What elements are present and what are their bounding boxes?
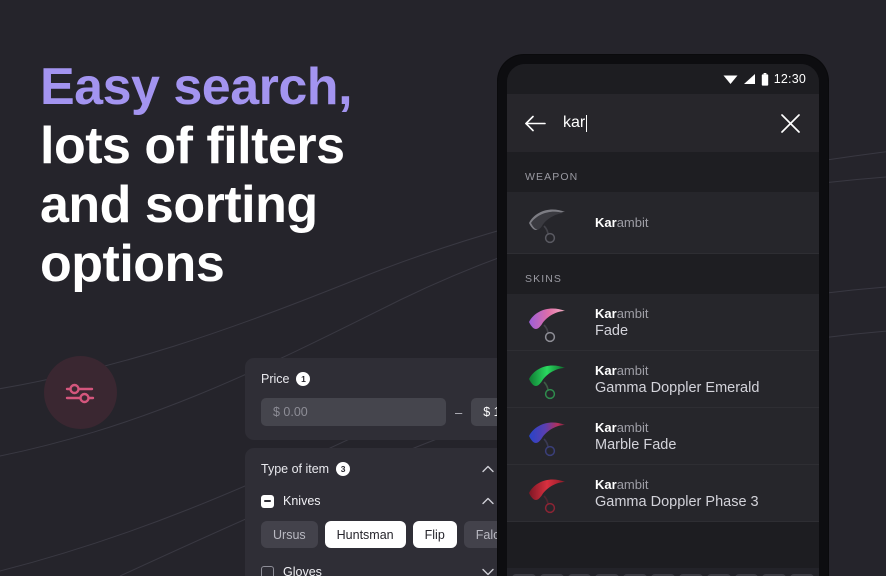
price-min-input[interactable] — [261, 398, 446, 426]
filter-group-gloves-label: Gloves — [283, 565, 322, 576]
search-result-row[interactable]: Karambit Fade — [507, 294, 819, 351]
filter-card-type-of-item: Type of item 3 Knives Ursus Huntsman Fli… — [245, 448, 536, 576]
type-of-item-count-badge: 3 — [336, 462, 351, 476]
type-of-item-header[interactable]: Type of item 3 — [261, 462, 494, 476]
on-screen-keyboard: 1 2 3 4 5 6 7 8 9 0 № — [507, 568, 819, 576]
status-bar-clock: 12:30 — [773, 72, 806, 86]
chip-flip[interactable]: Flip — [412, 521, 457, 548]
headline-line-1: Easy search, — [40, 58, 353, 116]
search-result-row[interactable]: Karambit Gamma Doppler Phase 3 — [507, 465, 819, 522]
price-header[interactable]: Price 1 — [261, 372, 494, 386]
karambit-marble-fade-icon — [529, 422, 565, 457]
knife-chip-list: Ursus Huntsman Flip Falchion — [261, 521, 536, 548]
chip-ursus[interactable]: Ursus — [261, 521, 318, 548]
search-result-subtitle: Gamma Doppler Phase 3 — [595, 493, 759, 510]
type-of-item-label: Type of item — [261, 462, 330, 476]
search-result-subtitle: Marble Fade — [595, 436, 677, 453]
wifi-icon — [723, 75, 738, 84]
checkbox-gloves[interactable] — [261, 565, 274, 576]
filter-group-knives-label: Knives — [283, 494, 321, 508]
phone-screen: 12:30 kar WEAPON Karambit SKINS Karambit… — [507, 64, 819, 576]
chevron-up-icon[interactable] — [482, 465, 494, 473]
karambit-vanilla-icon — [529, 208, 565, 243]
search-result-text: Karambit Gamma Doppler Emerald — [595, 363, 759, 396]
filter-sliders-icon — [65, 383, 94, 403]
headline-line-3: and sorting — [40, 176, 318, 234]
karambit-emerald-icon — [529, 365, 565, 400]
karambit-phase3-icon — [529, 479, 565, 514]
search-result-text: Karambit Fade — [595, 306, 648, 339]
chip-huntsman[interactable]: Huntsman — [324, 521, 406, 548]
search-result-subtitle: Fade — [595, 322, 629, 339]
search-result-row[interactable]: Karambit — [507, 192, 819, 254]
headline-line-2: lots of filters — [40, 117, 345, 175]
search-result-text: Karambit Marble Fade — [595, 420, 676, 453]
search-result-title: Karambit — [595, 362, 649, 378]
price-range-separator: – — [455, 404, 463, 420]
chevron-down-icon[interactable] — [482, 568, 494, 576]
search-result-title: Karambit — [595, 305, 649, 321]
headline-line-4: options — [40, 235, 225, 293]
page-title: Easy search, lots of filters and sorting… — [40, 58, 353, 294]
price-label: Price — [261, 372, 290, 386]
search-result-text: Karambit Gamma Doppler Phase 3 — [595, 477, 759, 510]
search-result-title: Karambit — [595, 476, 649, 492]
search-result-subtitle: Gamma Doppler Emerald — [595, 379, 760, 396]
search-result-title: Karambit — [595, 419, 649, 435]
price-range-row: – — [261, 398, 657, 426]
karambit-fade-icon — [529, 308, 565, 343]
cellular-signal-icon — [743, 74, 755, 84]
search-input[interactable]: kar — [563, 114, 763, 132]
checkbox-knives[interactable] — [261, 494, 274, 508]
search-result-text: Karambit — [595, 215, 648, 230]
search-result-row[interactable]: Karambit Marble Fade — [507, 408, 819, 465]
arrow-left-icon[interactable] — [525, 115, 546, 132]
search-query-text: kar — [563, 114, 586, 131]
status-bar: 12:30 — [507, 64, 819, 94]
chevron-up-icon[interactable] — [482, 497, 494, 505]
filter-card-price: Price 1 – — [245, 358, 657, 440]
section-header-skins: SKINS — [507, 254, 819, 294]
filter-panel: Price 1 – Type of item 3 Knives Ursus — [245, 358, 657, 576]
search-result-row[interactable]: Karambit Gamma Doppler Emerald — [507, 351, 819, 408]
text-caret — [586, 114, 588, 132]
search-result-title: Karambit — [595, 215, 649, 230]
filter-group-knives[interactable]: Knives — [261, 494, 494, 508]
search-bar: kar — [507, 94, 819, 152]
section-header-weapon: WEAPON — [507, 152, 819, 192]
phone-mockup: 12:30 kar WEAPON Karambit SKINS Karambit… — [498, 55, 828, 576]
battery-icon — [761, 72, 768, 86]
filter-badge — [44, 356, 117, 429]
close-icon[interactable] — [780, 113, 801, 134]
price-count-badge: 1 — [296, 372, 311, 386]
filter-group-gloves[interactable]: Gloves — [261, 565, 494, 576]
